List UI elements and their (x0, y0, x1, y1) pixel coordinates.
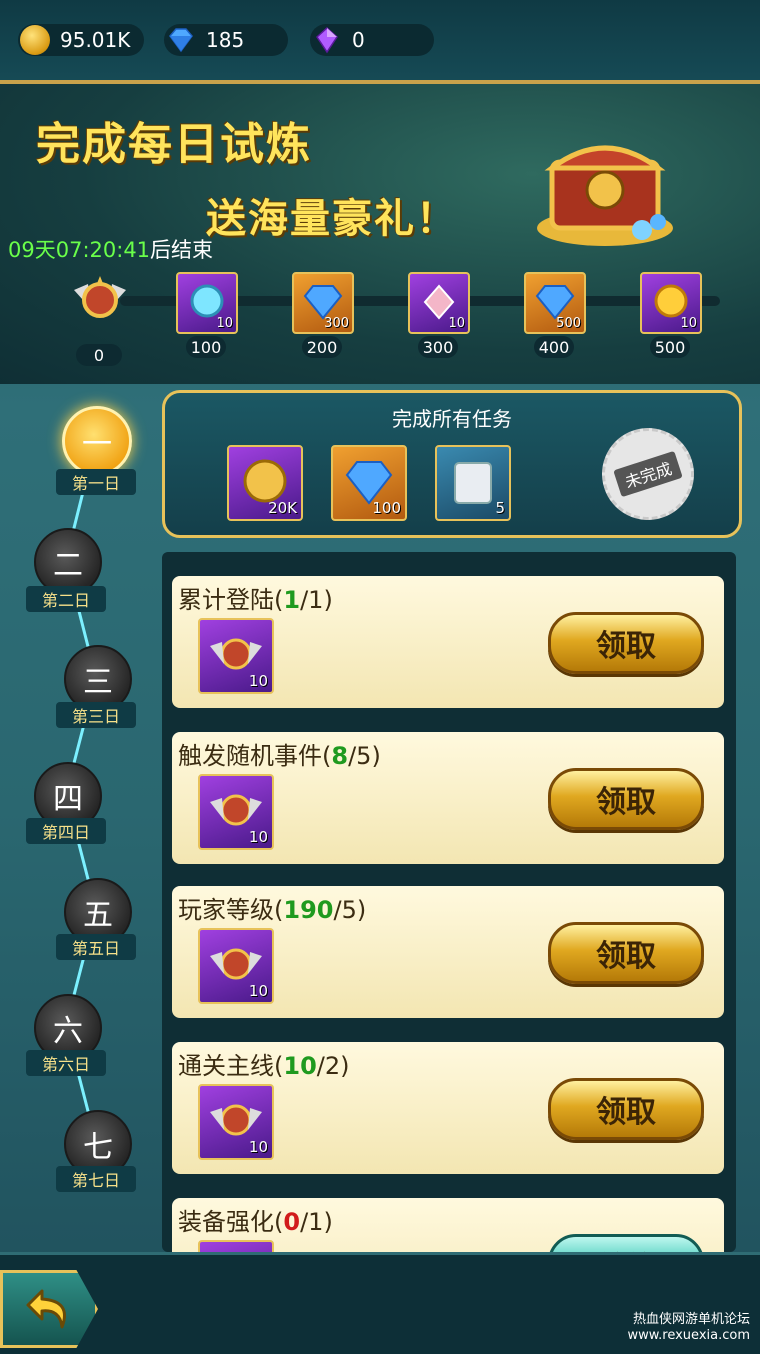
reward-count: 5 (495, 499, 505, 517)
reward-count: 10 (248, 1138, 268, 1156)
task-name: 累计登陆 (178, 586, 274, 614)
diamond-icon (166, 25, 196, 55)
diamond-counter: 185 (164, 24, 288, 56)
milestone-reward-200[interactable]: 300 (292, 272, 354, 334)
task-reward-medal[interactable]: 10 (198, 618, 274, 694)
task-name: 玩家等级 (178, 896, 274, 924)
all-reward-diamond[interactable]: 100 (331, 445, 407, 521)
banner-title-line2: 送海量豪礼！ (206, 196, 458, 242)
day-6-label: 第六日 (26, 1050, 106, 1076)
milestone-count: 10 (448, 316, 465, 331)
task-row: 通关主线(10/2) 10 领取 (172, 1042, 724, 1174)
medal-icon (74, 276, 126, 318)
milestone-count: 10 (680, 316, 697, 331)
task-reward-medal[interactable]: 10 (198, 928, 274, 1004)
day-2-label: 第二日 (26, 586, 106, 612)
day-5-label: 第五日 (56, 934, 136, 960)
timer-value: 09天07:20:41 (8, 238, 151, 262)
task-title: 玩家等级(190/5) (178, 896, 367, 924)
diamond-value: 185 (206, 28, 245, 52)
coin-counter: 95.01K (18, 24, 144, 56)
milestone-count: 10 (216, 316, 233, 331)
all-reward-scroll[interactable]: 5 (435, 445, 511, 521)
milestone-reward-300[interactable]: 10 (408, 272, 470, 334)
day-1-label: 第一日 (56, 469, 136, 495)
task-row: 累计登陆(1/1) 10 领取 (172, 576, 724, 708)
purple-gem-counter: 0 (310, 24, 434, 56)
claim-button[interactable]: 领取 (548, 768, 704, 830)
milestone-reward-100[interactable]: 10 (176, 272, 238, 334)
reward-count: 20K (268, 499, 297, 517)
milestone-reward-400[interactable]: 500 (524, 272, 586, 334)
event-timer: 09天07:20:41后结束 (8, 234, 213, 264)
reward-count: 10 (248, 982, 268, 1000)
task-target: 5 (356, 742, 372, 770)
current-score: 0 (76, 344, 122, 366)
day-7-label: 第七日 (56, 1166, 136, 1192)
task-target: 1 (308, 586, 324, 614)
treasure-chest-icon (537, 145, 673, 246)
stamp-text: 未完成 (613, 450, 683, 498)
task-target: 2 (324, 1052, 341, 1080)
milestone-threshold: 500 (650, 336, 690, 358)
reward-count: 10 (248, 672, 268, 690)
claim-button[interactable]: 领取 (548, 1078, 704, 1140)
task-row: 装备强化(0/1) 前往 (172, 1198, 724, 1252)
task-target: 5 (341, 896, 357, 924)
task-title: 触发随机事件(8/5) (178, 742, 381, 770)
all-reward-coin[interactable]: 20K (227, 445, 303, 521)
day-4-label: 第四日 (26, 818, 106, 844)
task-target: 1 (308, 1208, 324, 1236)
purple-gem-icon (312, 25, 342, 55)
banner-title-line1: 完成每日试炼 (36, 119, 312, 170)
task-reward-medal[interactable] (198, 1240, 274, 1252)
claim-button[interactable]: 领取 (548, 922, 704, 984)
watermark-line2: www.rexuexia.com (627, 1328, 750, 1343)
milestone-count: 300 (324, 316, 349, 331)
task-reward-medal[interactable]: 10 (198, 774, 274, 850)
coin-value: 95.01K (60, 28, 131, 52)
milestone-threshold: 400 (534, 336, 574, 358)
timer-suffix: 后结束 (150, 238, 214, 262)
task-title: 装备强化(0/1) (178, 1208, 333, 1236)
reward-count: 100 (372, 499, 401, 517)
coin-icon (20, 25, 50, 55)
task-list[interactable]: 累计登陆(1/1) 10 领取 触发随机事件(8/5) 10 领取 玩家等级(1… (162, 552, 736, 1252)
task-current: 10 (283, 1052, 317, 1080)
day-3-label: 第三日 (56, 702, 136, 728)
task-name: 装备强化 (178, 1208, 274, 1236)
watermark-line1: 热血侠网游单机论坛 (632, 1312, 750, 1327)
task-name: 通关主线 (178, 1052, 274, 1080)
task-current: 8 (331, 742, 349, 770)
day-1-button[interactable]: 一 (62, 406, 132, 476)
task-row: 玩家等级(190/5) 10 领取 (172, 886, 724, 1018)
task-name: 触发随机事件 (178, 742, 322, 770)
task-reward-medal[interactable]: 10 (198, 1084, 274, 1160)
purple-gem-value: 0 (352, 28, 365, 52)
milestone-threshold: 300 (418, 336, 458, 358)
milestone-count: 500 (556, 316, 581, 331)
task-title: 通关主线(10/2) (178, 1052, 350, 1080)
task-current: 1 (283, 586, 301, 614)
milestone-threshold: 100 (186, 336, 226, 358)
task-title: 累计登陆(1/1) (178, 586, 333, 614)
task-current: 190 (283, 896, 334, 924)
reward-count: 10 (248, 828, 268, 846)
watermark: 热血侠网游单机论坛 www.rexuexia.com (627, 1312, 750, 1344)
milestone-threshold: 200 (302, 336, 342, 358)
back-arrow-icon (26, 1289, 66, 1329)
milestone-reward-500[interactable]: 10 (640, 272, 702, 334)
task-current: 0 (283, 1208, 301, 1236)
claim-button[interactable]: 领取 (548, 612, 704, 674)
go-button[interactable]: 前往 (548, 1234, 704, 1252)
task-row: 触发随机事件(8/5) 10 领取 (172, 732, 724, 864)
